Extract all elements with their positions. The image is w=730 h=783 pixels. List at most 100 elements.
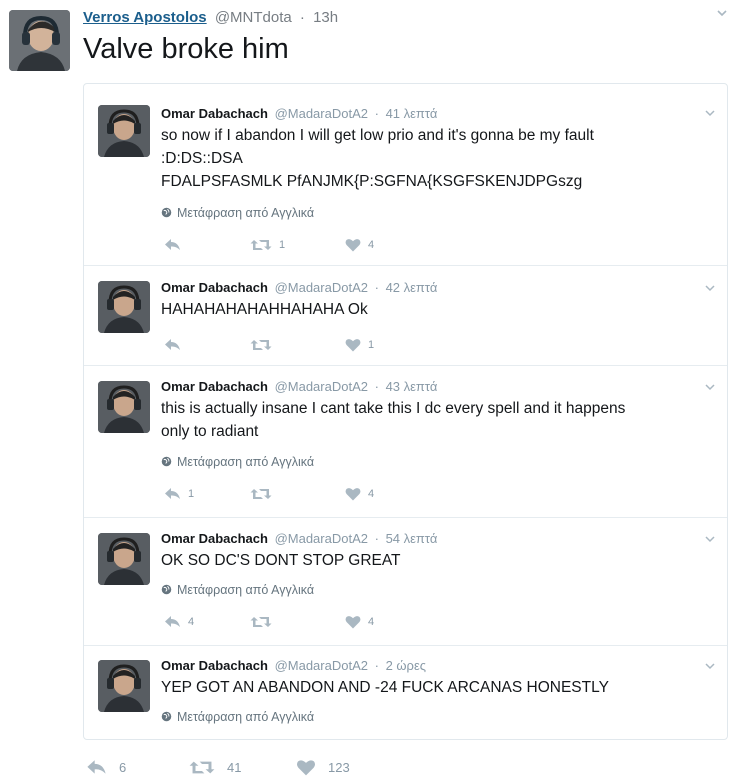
translate-label: Μετάφραση από Αγγλικά (177, 455, 315, 469)
retweet-button[interactable] (250, 486, 279, 502)
chevron-down-icon[interactable] (704, 108, 716, 118)
reply-text-line: HAHAHAHAHAHHAHAHA Ok (161, 301, 368, 318)
reply-count: 6 (119, 759, 127, 775)
separator-dot: · (374, 658, 379, 673)
separator-dot: · (299, 9, 305, 26)
retweet-button[interactable]: 41 (189, 757, 241, 777)
tweet-time[interactable]: 13h (313, 9, 338, 26)
reply-button[interactable]: 4 (164, 614, 194, 630)
author-handle[interactable]: @MNTdota (215, 9, 292, 26)
reply-text-line: so now if I abandon I will get low prio … (161, 127, 594, 144)
heart-icon (345, 239, 361, 252)
reply-text-line: :D:DS::DSA (161, 150, 243, 167)
separator-dot: · (374, 106, 379, 121)
globe-icon (161, 584, 172, 595)
retweet-button[interactable]: 1 (250, 237, 285, 253)
author-name[interactable]: Omar Dabachach (161, 280, 268, 295)
reply-icon (165, 616, 180, 627)
separator-dot: · (374, 379, 379, 394)
tweet-time[interactable]: 2 ώρες (386, 658, 426, 673)
author-handle[interactable]: @MadaraDotA2 (275, 379, 368, 394)
chevron-down-icon[interactable] (704, 382, 716, 392)
heart-icon (345, 488, 361, 501)
like-count: 4 (368, 239, 375, 251)
retweet-icon (250, 340, 272, 350)
separator-dot: · (374, 531, 379, 546)
reply-text: HAHAHAHAHAHHAHAHA Ok (161, 298, 701, 321)
globe-icon (161, 711, 172, 722)
globe-icon (161, 207, 172, 218)
avatar[interactable] (9, 10, 70, 71)
avatar-image (98, 381, 150, 433)
reply-button[interactable] (164, 237, 188, 253)
tweet-time[interactable]: 43 λεπτά (386, 379, 438, 394)
author-handle[interactable]: @MadaraDotA2 (275, 280, 368, 295)
avatar-image (98, 281, 150, 333)
retweet-icon (250, 489, 272, 499)
like-button[interactable]: 123 (296, 757, 350, 777)
list-item[interactable]: Omar Dabachach @MadaraDotA2 · 43 λεπτά t… (84, 366, 727, 518)
translate-link[interactable]: Μετάφραση από Αγγλικά (161, 455, 314, 469)
reply-text: YEP GOT AN ABANDON AND -24 FUCK ARCANAS … (161, 676, 701, 699)
reply-header: Omar Dabachach @MadaraDotA2 · 43 λεπτά (161, 379, 437, 394)
heart-icon (345, 616, 361, 629)
retweet-icon (250, 617, 272, 627)
retweet-button[interactable] (250, 614, 279, 630)
reply-actions: 1 4 (161, 486, 461, 502)
author-name[interactable]: Omar Dabachach (161, 531, 268, 546)
tweet-time[interactable]: 42 λεπτά (386, 280, 438, 295)
author-name[interactable]: Verros Apostolos (83, 9, 207, 26)
reply-button[interactable]: 6 (86, 757, 126, 777)
reply-button[interactable]: 1 (164, 486, 194, 502)
avatar-image (9, 10, 70, 71)
avatar[interactable] (98, 381, 150, 433)
translate-link[interactable]: Μετάφραση από Αγγλικά (161, 206, 314, 220)
list-item[interactable]: Omar Dabachach @MadaraDotA2 · 42 λεπτά H… (84, 266, 727, 366)
avatar[interactable] (98, 660, 150, 712)
list-item[interactable]: Omar Dabachach @MadaraDotA2 · 41 λεπτά s… (84, 84, 727, 266)
separator-dot: · (374, 280, 379, 295)
list-item[interactable]: Omar Dabachach @MadaraDotA2 · 2 ώρες YEP… (84, 646, 727, 739)
quoted-thread[interactable]: Omar Dabachach @MadaraDotA2 · 41 λεπτά s… (83, 83, 728, 740)
like-button[interactable]: 4 (345, 486, 374, 502)
avatar[interactable] (98, 533, 150, 585)
translate-label: Μετάφραση από Αγγλικά (177, 710, 315, 724)
translate-label: Μετάφραση από Αγγλικά (177, 206, 315, 220)
retweet-button[interactable] (250, 337, 279, 353)
tweet-time[interactable]: 41 λεπτά (386, 106, 438, 121)
chevron-down-icon[interactable] (716, 7, 728, 19)
reply-icon (165, 339, 180, 350)
translate-link[interactable]: Μετάφραση από Αγγλικά (161, 583, 314, 597)
reply-button[interactable] (164, 337, 188, 353)
reply-text: OK SO DC'S DONT STOP GREAT (161, 549, 701, 572)
author-name[interactable]: Omar Dabachach (161, 379, 268, 394)
like-button[interactable]: 4 (345, 237, 374, 253)
reply-text-line: YEP GOT AN ABANDON AND -24 FUCK ARCANAS … (161, 679, 609, 696)
list-item[interactable]: Omar Dabachach @MadaraDotA2 · 54 λεπτά O… (84, 518, 727, 646)
translate-link[interactable]: Μετάφραση από Αγγλικά (161, 710, 314, 724)
chevron-down-icon[interactable] (704, 661, 716, 671)
tweet-actions: 6 41 123 (84, 757, 484, 777)
chevron-down-icon[interactable] (704, 283, 716, 293)
author-name[interactable]: Omar Dabachach (161, 106, 268, 121)
tweet-header: Verros Apostolos @MNTdota · 13h Valve br… (0, 0, 730, 80)
reply-text: so now if I abandon I will get low prio … (161, 124, 701, 193)
avatar[interactable] (98, 105, 150, 157)
reply-header: Omar Dabachach @MadaraDotA2 · 42 λεπτά (161, 280, 437, 295)
like-button[interactable]: 4 (345, 614, 374, 630)
reply-icon (165, 239, 180, 250)
author-handle[interactable]: @MadaraDotA2 (275, 106, 368, 121)
avatar[interactable] (98, 281, 150, 333)
author-line: Verros Apostolos @MNTdota · 13h (83, 9, 338, 26)
reply-actions: 1 4 (161, 237, 461, 253)
tweet-time[interactable]: 54 λεπτά (386, 531, 438, 546)
like-button[interactable]: 1 (345, 337, 374, 353)
avatar-image (98, 105, 150, 157)
author-handle[interactable]: @MadaraDotA2 (275, 658, 368, 673)
author-name[interactable]: Omar Dabachach (161, 658, 268, 673)
reply-text-line: this is actually insane I cant take this… (161, 400, 626, 417)
chevron-down-icon[interactable] (704, 534, 716, 544)
avatar-image (98, 533, 150, 585)
reply-actions: 4 4 (161, 614, 461, 630)
author-handle[interactable]: @MadaraDotA2 (275, 531, 368, 546)
